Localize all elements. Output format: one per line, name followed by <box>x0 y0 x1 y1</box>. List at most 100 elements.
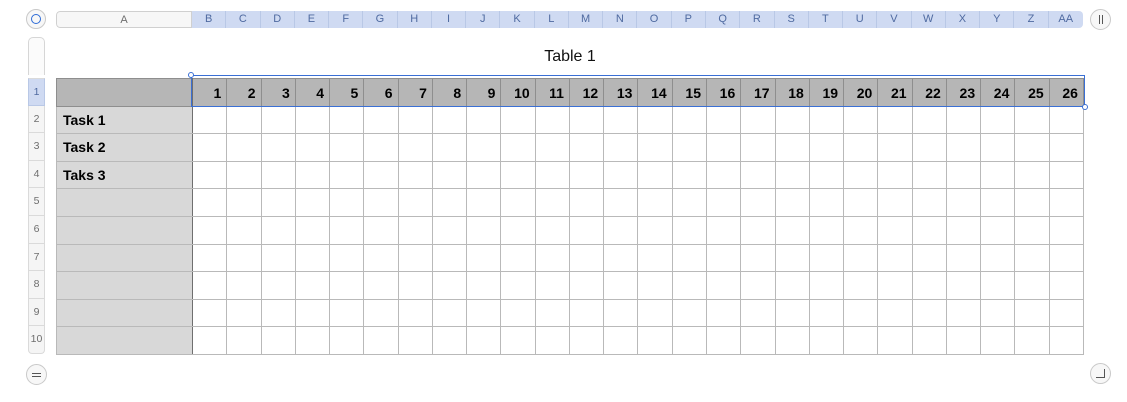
table-cell[interactable] <box>397 298 433 328</box>
table-cell[interactable] <box>637 160 673 190</box>
column-header-l[interactable]: L <box>534 11 569 28</box>
table-cell[interactable] <box>500 271 536 300</box>
header-cell[interactable]: 11 <box>534 78 570 107</box>
table-cell[interactable] <box>1014 188 1050 217</box>
table-cell[interactable] <box>671 215 707 245</box>
table-cell[interactable] <box>466 243 502 273</box>
table-cell[interactable] <box>671 160 707 190</box>
table-cell[interactable] <box>671 243 707 273</box>
table-cell[interactable] <box>534 133 570 162</box>
table-cell[interactable] <box>294 243 331 273</box>
table-cell[interactable] <box>431 271 468 300</box>
row-label-cell[interactable]: Taks 3 <box>56 160 193 190</box>
table-cell[interactable] <box>877 188 913 217</box>
table-cell[interactable] <box>260 105 296 135</box>
table-cell[interactable] <box>740 243 776 273</box>
header-cell[interactable]: 12 <box>568 78 605 107</box>
row-header-2[interactable]: 2 <box>28 105 45 134</box>
table-cell[interactable] <box>466 215 502 245</box>
table-cell[interactable] <box>500 105 536 135</box>
table-cell[interactable] <box>705 160 742 190</box>
table-cell[interactable] <box>877 271 913 300</box>
table-cell[interactable] <box>603 105 639 135</box>
table-cell[interactable] <box>637 326 673 355</box>
column-header-o[interactable]: O <box>637 11 672 28</box>
table-cell[interactable] <box>843 215 879 245</box>
table-cell[interactable] <box>980 243 1016 273</box>
table-cell[interactable] <box>260 215 296 245</box>
table-cell[interactable] <box>980 105 1016 135</box>
column-header-z[interactable]: Z <box>1014 11 1049 28</box>
table-cell[interactable] <box>294 326 331 355</box>
table-cell[interactable] <box>945 298 982 328</box>
table-cell[interactable] <box>774 271 810 300</box>
table-cell[interactable] <box>431 326 468 355</box>
table-cell[interactable] <box>603 298 639 328</box>
table-cell[interactable] <box>534 215 570 245</box>
header-cell[interactable]: 25 <box>1014 78 1050 107</box>
row-label-cell[interactable] <box>56 298 193 328</box>
table-cell[interactable] <box>568 105 605 135</box>
table-cell[interactable] <box>534 271 570 300</box>
row-label-cell[interactable] <box>56 215 193 245</box>
table-cell[interactable] <box>191 215 228 245</box>
table-cell[interactable] <box>637 215 673 245</box>
table-cell[interactable] <box>1014 215 1050 245</box>
table-cell[interactable] <box>363 271 399 300</box>
table-cell[interactable] <box>431 188 468 217</box>
table-cell[interactable] <box>705 298 742 328</box>
table-cell[interactable] <box>980 271 1016 300</box>
table-cell[interactable] <box>705 188 742 217</box>
table-cell[interactable] <box>1014 160 1050 190</box>
table-cell[interactable] <box>808 215 845 245</box>
table-cell[interactable] <box>568 160 605 190</box>
table-cell[interactable] <box>568 326 605 355</box>
table-cell[interactable] <box>877 298 913 328</box>
table-cell[interactable] <box>500 133 536 162</box>
table-cell[interactable] <box>808 243 845 273</box>
table-cell[interactable] <box>603 215 639 245</box>
column-header-t[interactable]: T <box>808 11 844 28</box>
header-cell[interactable]: 2 <box>226 78 262 107</box>
table-cell[interactable] <box>226 326 262 355</box>
table-cell[interactable] <box>945 326 982 355</box>
table-cell[interactable] <box>808 133 845 162</box>
table-cell[interactable] <box>980 326 1016 355</box>
table-cell[interactable] <box>877 243 913 273</box>
column-header-w[interactable]: W <box>911 11 946 28</box>
table-cell[interactable] <box>603 160 639 190</box>
header-cell[interactable]: 8 <box>431 78 468 107</box>
column-header-x[interactable]: X <box>945 11 981 28</box>
column-header-b[interactable]: B <box>192 11 227 28</box>
table-cell[interactable] <box>397 133 433 162</box>
table-cell[interactable] <box>705 271 742 300</box>
column-header-r[interactable]: R <box>740 11 775 28</box>
table-cell[interactable] <box>397 105 433 135</box>
header-cell[interactable]: 23 <box>945 78 982 107</box>
table-cell[interactable] <box>980 215 1016 245</box>
table-cell[interactable] <box>945 271 982 300</box>
table-cell[interactable] <box>1048 243 1084 273</box>
table-cell[interactable] <box>191 326 228 355</box>
table-cell[interactable] <box>500 298 536 328</box>
row-header-4[interactable]: 4 <box>28 160 45 189</box>
column-header-a[interactable]: A <box>56 11 192 28</box>
table-cell[interactable] <box>260 188 296 217</box>
table-cell[interactable] <box>1014 243 1050 273</box>
table-cell[interactable] <box>534 298 570 328</box>
selection-handle-bottom-right[interactable] <box>1082 104 1088 110</box>
header-cell[interactable]: 3 <box>260 78 296 107</box>
table-cell[interactable] <box>774 188 810 217</box>
table-cell[interactable] <box>705 133 742 162</box>
table-cell[interactable] <box>226 160 262 190</box>
table-cell[interactable] <box>843 326 879 355</box>
pause-icon[interactable] <box>1090 9 1111 30</box>
table-cell[interactable] <box>740 188 776 217</box>
column-header-g[interactable]: G <box>363 11 398 28</box>
table-cell[interactable] <box>363 188 399 217</box>
table-cell[interactable] <box>397 160 433 190</box>
table-cell[interactable] <box>431 133 468 162</box>
row-header-5[interactable]: 5 <box>28 188 45 216</box>
table-cell[interactable] <box>191 298 228 328</box>
table-cell[interactable] <box>397 215 433 245</box>
